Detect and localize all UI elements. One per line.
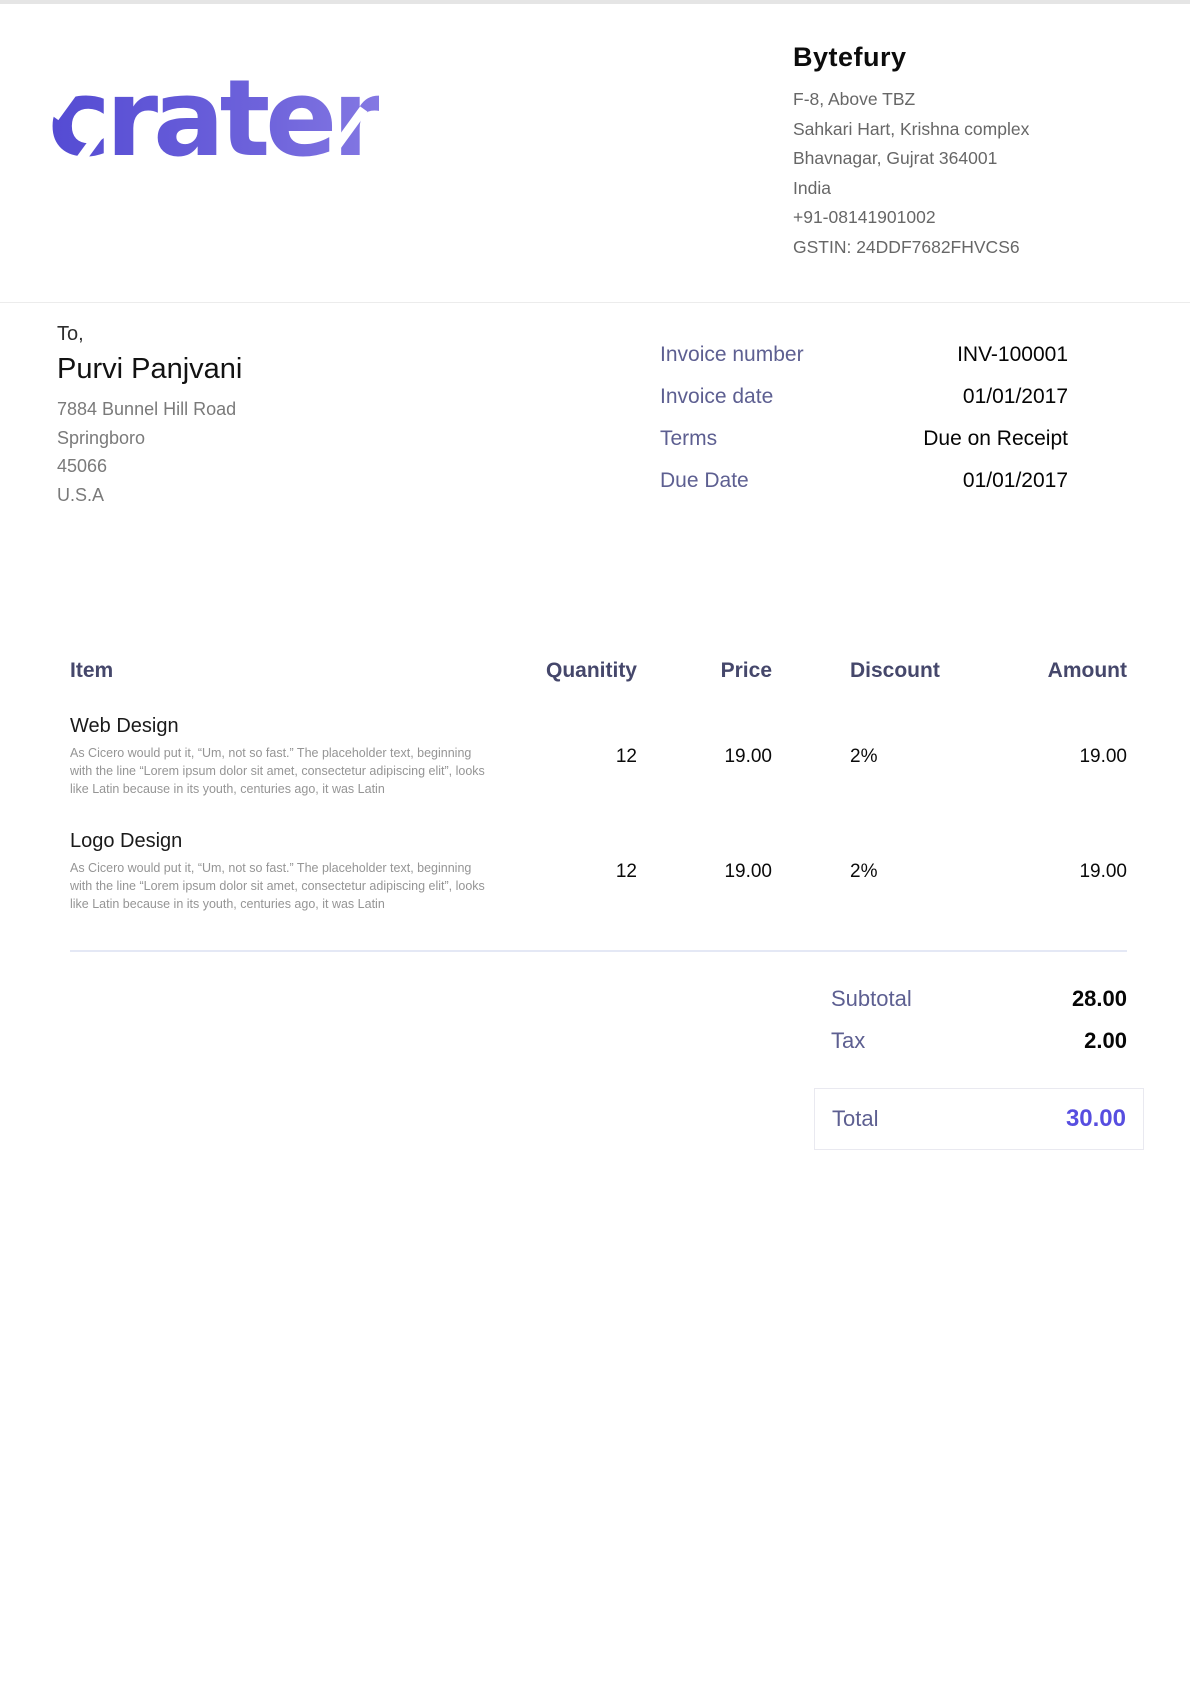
company-address-line: Sahkari Hart, Krishna complex bbox=[793, 115, 1128, 145]
terms-value: Due on Receipt bbox=[923, 427, 1068, 451]
terms-row: Terms Due on Receipt bbox=[660, 427, 1068, 469]
bill-to-label: To, bbox=[57, 323, 242, 346]
billing-section: To, Purvi Panjvani 7884 Bunnel Hill Road… bbox=[0, 303, 1190, 511]
item-quantity: 12 bbox=[525, 746, 637, 768]
table-divider bbox=[70, 950, 1127, 952]
logo-cut-decoration bbox=[50, 74, 87, 120]
totals-block: Subtotal 28.00 Tax 2.00 Total 30.00 bbox=[814, 978, 1144, 1150]
invoice-number-value: INV-100001 bbox=[957, 343, 1068, 367]
logo-cut-decoration bbox=[68, 128, 105, 174]
company-gstin: GSTIN: 24DDF7682FHVCS6 bbox=[793, 233, 1128, 263]
tax-row: Tax 2.00 bbox=[814, 1020, 1144, 1062]
crater-logo: crater bbox=[48, 66, 379, 172]
item-amount: 19.00 bbox=[957, 861, 1127, 883]
invoice-meta-block: Invoice number INV-100001 Invoice date 0… bbox=[660, 323, 1068, 511]
bill-to-block: To, Purvi Panjvani 7884 Bunnel Hill Road… bbox=[57, 323, 242, 511]
item-cell: Logo Design As Cicero would put it, “Um,… bbox=[70, 830, 525, 913]
subtotal-value: 28.00 bbox=[1072, 986, 1127, 1012]
customer-address-line: 7884 Bunnel Hill Road bbox=[57, 395, 242, 424]
customer-name: Purvi Panjvani bbox=[57, 353, 242, 386]
terms-label: Terms bbox=[660, 427, 717, 451]
item-cell: Web Design As Cicero would put it, “Um, … bbox=[70, 715, 525, 798]
customer-address-line: 45066 bbox=[57, 452, 242, 481]
item-name: Logo Design bbox=[70, 830, 525, 853]
company-address-line: Bhavnagar, Gujrat 364001 bbox=[793, 144, 1128, 174]
item-description: As Cicero would put it, “Um, not so fast… bbox=[70, 860, 488, 913]
invoice-number-row: Invoice number INV-100001 bbox=[660, 343, 1068, 385]
subtotal-row: Subtotal 28.00 bbox=[814, 978, 1144, 1020]
item-discount: 2% bbox=[772, 861, 957, 883]
column-header-discount: Discount bbox=[772, 659, 957, 683]
item-discount: 2% bbox=[772, 746, 957, 768]
total-value: 30.00 bbox=[1066, 1105, 1126, 1133]
total-box: Total 30.00 bbox=[814, 1088, 1144, 1150]
table-row: Web Design As Cicero would put it, “Um, … bbox=[70, 683, 1127, 798]
item-price: 19.00 bbox=[637, 861, 772, 883]
due-date-label: Due Date bbox=[660, 469, 749, 493]
item-amount: 19.00 bbox=[957, 746, 1127, 768]
table-row: Logo Design As Cicero would put it, “Um,… bbox=[70, 798, 1127, 913]
tax-label: Tax bbox=[831, 1028, 865, 1054]
column-header-price: Price bbox=[637, 659, 772, 683]
customer-address-line: Springboro bbox=[57, 424, 242, 453]
logo-cut-decoration bbox=[330, 106, 368, 153]
company-address-line: F-8, Above TBZ bbox=[793, 85, 1128, 115]
company-block: Bytefury F-8, Above TBZ Sahkari Hart, Kr… bbox=[793, 38, 1128, 262]
column-header-quantity: Quanitity bbox=[525, 659, 637, 683]
column-header-item: Item bbox=[70, 659, 525, 683]
item-name: Web Design bbox=[70, 715, 525, 738]
invoice-number-label: Invoice number bbox=[660, 343, 804, 367]
company-phone: +91-08141901002 bbox=[793, 203, 1128, 233]
items-table: Item Quanitity Price Discount Amount Web… bbox=[0, 659, 1190, 1150]
invoice-header: crater Bytefury F-8, Above TBZ Sahkari H… bbox=[0, 4, 1190, 303]
company-name: Bytefury bbox=[793, 42, 1128, 73]
due-date-value: 01/01/2017 bbox=[963, 469, 1068, 493]
items-table-header: Item Quanitity Price Discount Amount bbox=[70, 659, 1127, 683]
column-header-amount: Amount bbox=[957, 659, 1127, 683]
customer-address-line: U.S.A bbox=[57, 481, 242, 510]
invoice-date-row: Invoice date 01/01/2017 bbox=[660, 385, 1068, 427]
item-quantity: 12 bbox=[525, 861, 637, 883]
tax-value: 2.00 bbox=[1084, 1028, 1127, 1054]
due-date-row: Due Date 01/01/2017 bbox=[660, 469, 1068, 511]
invoice-date-label: Invoice date bbox=[660, 385, 773, 409]
total-label: Total bbox=[832, 1106, 878, 1132]
item-description: As Cicero would put it, “Um, not so fast… bbox=[70, 745, 488, 798]
invoice-date-value: 01/01/2017 bbox=[963, 385, 1068, 409]
company-address-line: India bbox=[793, 174, 1128, 204]
item-price: 19.00 bbox=[637, 746, 772, 768]
subtotal-label: Subtotal bbox=[831, 986, 912, 1012]
